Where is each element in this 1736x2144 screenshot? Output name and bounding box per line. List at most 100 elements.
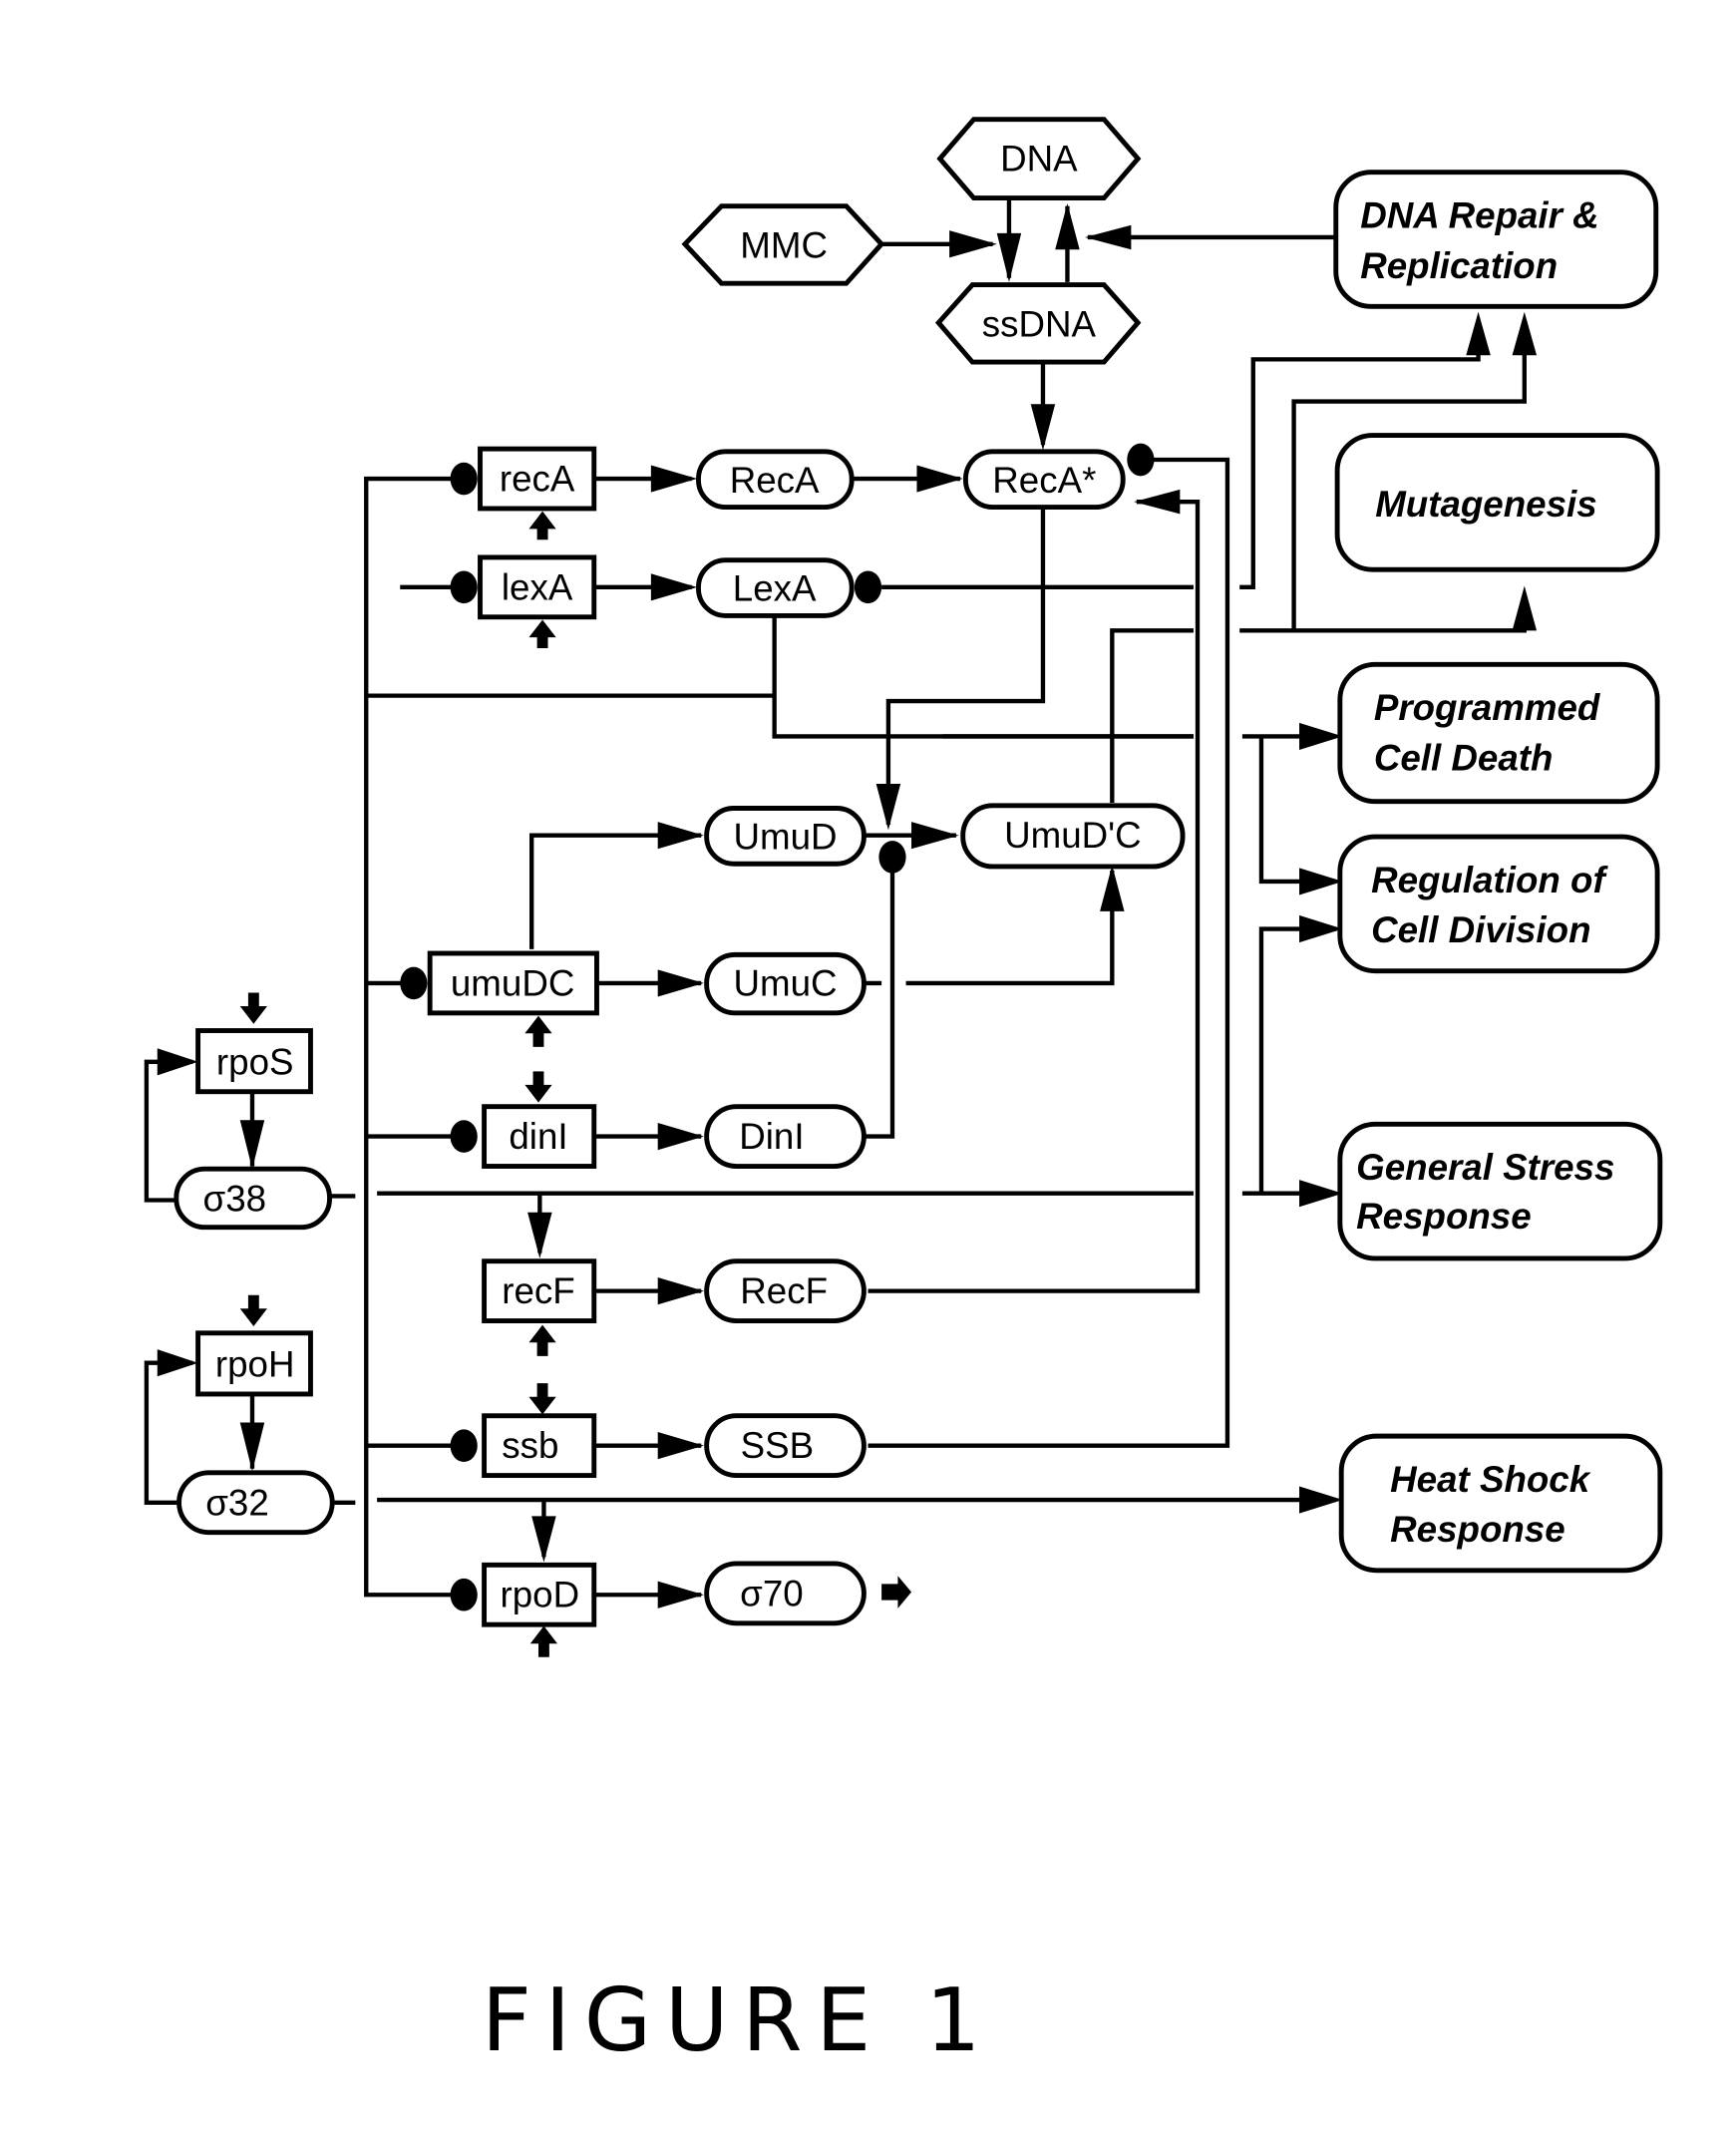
outcome-gsr-line1: General Stress bbox=[1356, 1147, 1614, 1188]
protein-reca[interactable]: RecA bbox=[696, 449, 855, 511]
protein-dini[interactable]: DinI bbox=[704, 1104, 867, 1169]
outcome-dna-repair-line2: Replication bbox=[1360, 245, 1558, 286]
protein-sigma38[interactable]: σ38 bbox=[174, 1166, 332, 1231]
arrowhead bbox=[527, 1212, 552, 1258]
protein-sigma38-label: σ38 bbox=[203, 1179, 267, 1220]
protein-umud[interactable]: UmuD bbox=[704, 806, 867, 867]
arrowhead bbox=[657, 1277, 704, 1305]
repression-dot-dini bbox=[450, 1120, 478, 1153]
node-ssdna[interactable]: ssDNA bbox=[934, 282, 1142, 365]
outcome-heat-shock[interactable]: Heat Shock Response bbox=[1338, 1433, 1663, 1574]
outcome-pcd-line2: Cell Death bbox=[1374, 737, 1554, 778]
outcome-mutagenesis[interactable]: Mutagenesis bbox=[1334, 433, 1660, 572]
edge-to-mutagenesis bbox=[1239, 599, 1527, 633]
protein-umuc-label: UmuC bbox=[734, 962, 838, 1003]
outcome-dna-repair-line1: DNA Repair & bbox=[1360, 194, 1598, 235]
edge-to-cell-division-a bbox=[1258, 736, 1336, 885]
protein-umuc[interactable]: UmuC bbox=[704, 951, 867, 1016]
repression-dot-ssb bbox=[450, 1429, 478, 1462]
hatched-up-arrow-icon bbox=[528, 619, 556, 649]
hatched-up-arrow-icon bbox=[529, 1625, 558, 1657]
protein-lexa-label: LexA bbox=[733, 568, 817, 609]
protein-sigma70-label: σ70 bbox=[740, 1573, 804, 1613]
lexa-regulon-bus bbox=[364, 476, 462, 1598]
repression-dot-reca-star bbox=[1127, 443, 1155, 477]
repression-dot-dini-umud bbox=[878, 841, 906, 874]
protein-umud-label: UmuD bbox=[734, 817, 838, 858]
outcome-general-stress[interactable]: General Stress Response bbox=[1337, 1121, 1663, 1261]
arrowhead bbox=[1466, 311, 1491, 356]
protein-lexa[interactable]: LexA bbox=[696, 557, 855, 618]
protein-ssb-label: SSB bbox=[741, 1425, 814, 1466]
protein-sigma32[interactable]: σ32 bbox=[176, 1470, 335, 1536]
gene-ssb[interactable]: ssb bbox=[482, 1413, 597, 1479]
protein-reca-label: RecA bbox=[730, 460, 820, 501]
protein-sigma70[interactable]: σ70 bbox=[704, 1561, 867, 1626]
arrowhead bbox=[1299, 868, 1343, 895]
gene-dini[interactable]: dinI bbox=[482, 1104, 597, 1169]
node-mmc[interactable]: MMC bbox=[681, 203, 885, 286]
node-dna[interactable]: DNA bbox=[936, 117, 1142, 200]
repression-dot-lexa-protein bbox=[854, 570, 882, 604]
gene-rpos-label: rpoS bbox=[216, 1041, 294, 1082]
protein-recf[interactable]: RecF bbox=[704, 1258, 867, 1323]
edge-recf-to-reca-star bbox=[868, 499, 1201, 1293]
gene-reca[interactable]: recA bbox=[478, 446, 597, 512]
arrowhead bbox=[157, 1349, 198, 1377]
protein-ssb[interactable]: SSB bbox=[704, 1413, 867, 1479]
gene-rpoh[interactable]: rpoH bbox=[195, 1330, 313, 1397]
gene-rpod[interactable]: rpoD bbox=[482, 1562, 597, 1627]
repression-dot-reca bbox=[450, 462, 478, 496]
node-mmc-label: MMC bbox=[740, 225, 828, 266]
repression-dot-umudc bbox=[400, 966, 428, 1000]
edge-umudc-complex-to-outcomes bbox=[1110, 628, 1194, 804]
protein-umud-prime-c-label: UmuD'C bbox=[1004, 815, 1142, 856]
arrowhead bbox=[1030, 404, 1056, 451]
gene-ssb-label: ssb bbox=[502, 1425, 558, 1466]
gene-lexa[interactable]: lexA bbox=[478, 554, 597, 620]
arrowhead bbox=[657, 969, 704, 997]
regulatory-input-arrows bbox=[239, 511, 912, 1657]
arrowhead bbox=[650, 573, 698, 601]
hatched-up-arrow-icon bbox=[528, 511, 556, 540]
arrowhead bbox=[657, 1122, 704, 1151]
gene-lexa-label: lexA bbox=[502, 566, 573, 607]
gene-rpoh-label: rpoH bbox=[215, 1344, 295, 1385]
gene-rpod-label: rpoD bbox=[501, 1575, 580, 1615]
hatched-up-arrow-icon bbox=[524, 1015, 552, 1047]
arrowhead bbox=[1299, 1180, 1343, 1208]
outcome-hs-line1: Heat Shock bbox=[1390, 1459, 1591, 1500]
protein-reca-star[interactable]: RecA* bbox=[962, 449, 1126, 511]
arrowhead bbox=[911, 822, 959, 850]
repression-dot-rpod bbox=[450, 1578, 478, 1611]
gene-recf[interactable]: recF bbox=[482, 1258, 597, 1323]
arrowhead bbox=[650, 465, 698, 493]
edge-lexa-to-outcomes bbox=[772, 616, 1194, 739]
hatched-down-arrow-icon bbox=[528, 1383, 556, 1415]
arrowhead bbox=[657, 1432, 704, 1460]
edge-umuc-to-umudc-complex bbox=[905, 871, 1115, 986]
hatched-down-arrow-icon bbox=[239, 992, 267, 1024]
arrowhead bbox=[1299, 914, 1343, 943]
arrowhead bbox=[949, 230, 997, 258]
arrowhead bbox=[1055, 202, 1080, 250]
protein-umud-prime-c[interactable]: UmuD'C bbox=[960, 803, 1186, 870]
node-dna-label: DNA bbox=[1000, 139, 1078, 179]
arrowhead bbox=[1134, 489, 1181, 515]
hatched-up-arrow-icon bbox=[528, 1324, 556, 1356]
outcome-regulation-cell-division[interactable]: Regulation of Cell Division bbox=[1337, 834, 1660, 974]
outcome-hs-line2: Response bbox=[1390, 1509, 1565, 1550]
outcome-gsr-line2: Response bbox=[1356, 1196, 1532, 1237]
protein-reca-star-label: RecA* bbox=[992, 460, 1096, 501]
arrowhead bbox=[1085, 224, 1132, 250]
outcome-dna-repair[interactable]: DNA Repair & Replication bbox=[1333, 170, 1659, 309]
arrowhead bbox=[239, 1120, 265, 1170]
arrowhead bbox=[239, 1422, 265, 1472]
outcome-programmed-cell-death[interactable]: Programmed Cell Death bbox=[1337, 661, 1660, 805]
gene-rpos[interactable]: rpoS bbox=[195, 1028, 313, 1095]
arrowhead bbox=[996, 232, 1022, 282]
gene-umudc[interactable]: umuDC bbox=[427, 950, 599, 1016]
arrowhead bbox=[1512, 311, 1538, 356]
edge-umudc-to-umud bbox=[529, 833, 702, 949]
protein-sigma32-label: σ32 bbox=[205, 1482, 269, 1523]
